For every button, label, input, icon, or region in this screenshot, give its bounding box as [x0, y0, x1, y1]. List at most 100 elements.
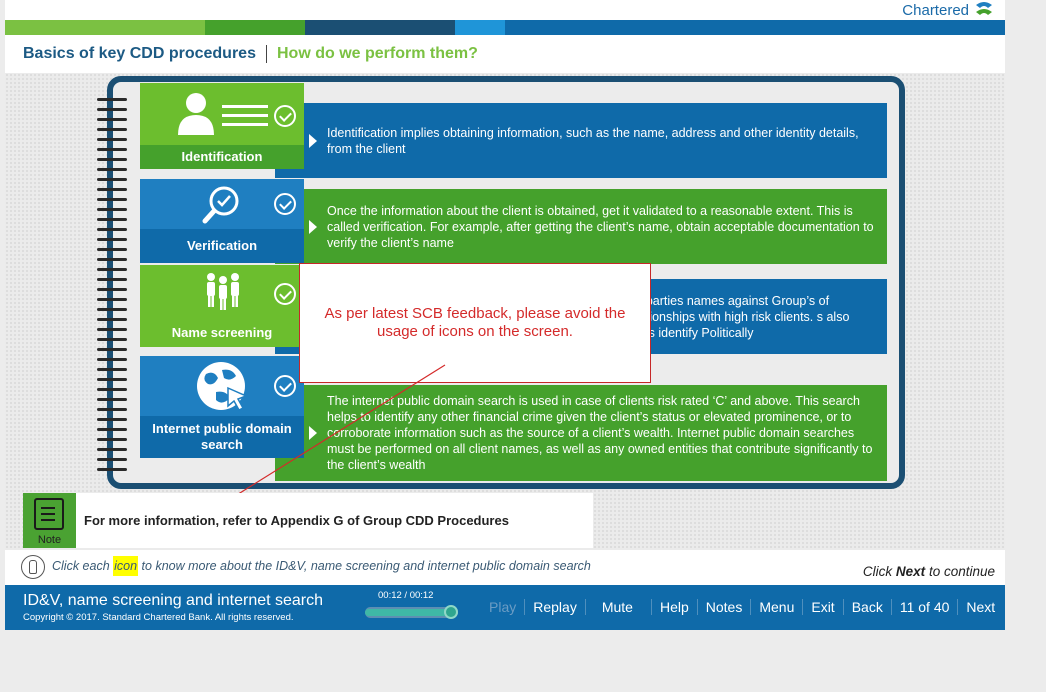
band-green-dark: [205, 20, 305, 35]
spiral-ring: [97, 118, 127, 121]
spiral-ring: [97, 388, 127, 391]
continue-prefix: Click: [862, 564, 896, 579]
instruction-highlight: icon: [113, 556, 139, 576]
internet-search-card[interactable]: Internet public domain search: [140, 356, 304, 460]
menu-button[interactable]: Menu: [750, 599, 802, 615]
check-icon: [274, 283, 296, 305]
person-card-icon: [178, 93, 268, 135]
spiral-ring: [97, 338, 127, 341]
spiral-ring: [97, 398, 127, 401]
verification-panel: Once the information about the client is…: [275, 189, 887, 264]
copyright: Copyright © 2017. Standard Chartered Ban…: [23, 612, 294, 623]
spiral-ring: [97, 188, 127, 191]
verification-panel-text: Once the information about the client is…: [327, 203, 874, 250]
hand-click-icon: [21, 555, 45, 579]
spiral-ring: [97, 298, 127, 301]
spiral-ring: [97, 178, 127, 181]
identification-panel: Identification implies obtaining informa…: [275, 103, 887, 178]
spiral-ring: [97, 238, 127, 241]
spiral-ring: [97, 348, 127, 351]
note-text: For more information, refer to Appendix …: [84, 513, 509, 528]
spiral-ring: [97, 278, 127, 281]
instruction-after: to know more about the ID&V, name screen…: [138, 559, 591, 573]
content-area: Identification implies obtaining informa…: [5, 73, 1005, 550]
check-icon: [274, 193, 296, 215]
spiral-ring: [97, 128, 127, 131]
instruction-row: Click each icon to know more about the I…: [5, 550, 1005, 585]
brand: Chartered: [902, 0, 995, 20]
spiral-ring: [97, 158, 127, 161]
spiral-ring: [97, 208, 127, 211]
spiral-ring: [97, 228, 127, 231]
internet-search-icon-area: [140, 356, 304, 416]
spiral-ring: [97, 108, 127, 111]
identification-icon-area: [140, 83, 304, 145]
notebook-spiral: [97, 98, 129, 478]
name-screening-card[interactable]: Name screening: [140, 265, 304, 347]
internet-search-label: Internet public domain search: [152, 421, 292, 452]
notes-button[interactable]: Notes: [696, 599, 751, 615]
next-button[interactable]: Next: [957, 599, 1003, 615]
progress-knob[interactable]: [444, 605, 458, 619]
back-button[interactable]: Back: [842, 599, 891, 615]
people-group-icon: [207, 273, 239, 310]
course-slide: Chartered Basics of key CDD procedures H…: [5, 0, 1005, 630]
spiral-ring: [97, 368, 127, 371]
continue-hint: Click Next to continue: [863, 564, 995, 579]
player-nav: Play Replay Mute Help Notes Menu Exit Ba…: [481, 599, 1003, 615]
spiral-ring: [97, 218, 127, 221]
globe-cursor-icon: [197, 362, 248, 411]
name-screening-label-strip: Name screening: [140, 321, 304, 345]
internet-search-panel-text: The internet public domain search is use…: [327, 394, 873, 472]
spiral-ring: [97, 288, 127, 291]
identification-card[interactable]: Identification: [140, 83, 304, 169]
magnifier-check-icon: [202, 186, 239, 224]
check-icon: [274, 375, 296, 397]
spiral-ring: [97, 198, 127, 201]
instruction-before: Click each: [52, 559, 114, 573]
verification-icon-area: [140, 179, 304, 229]
note-icon: Note: [23, 493, 76, 548]
mute-button[interactable]: Mute: [584, 599, 651, 615]
spiral-ring: [97, 268, 127, 271]
replay-button[interactable]: Replay: [524, 599, 585, 615]
note-sheet-icon: [34, 498, 64, 530]
spiral-ring: [97, 138, 127, 141]
brand-name: Chartered: [902, 1, 969, 19]
page-subtitle: How do we perform them?: [276, 45, 478, 62]
band-green-light: [5, 20, 205, 35]
spiral-ring: [97, 438, 127, 441]
name-screening-label: Name screening: [171, 325, 273, 340]
page-counter: 11 of 40: [890, 599, 958, 615]
spiral-ring: [97, 458, 127, 461]
title-divider: [265, 45, 267, 63]
standard-chartered-logo-icon: [976, 2, 992, 15]
note-box: Note For more information, refer to Appe…: [23, 493, 593, 548]
name-screening-icon-area: Name screening: [140, 265, 304, 347]
spiral-ring: [97, 328, 127, 331]
spiral-ring: [97, 148, 127, 151]
internet-search-panel: The internet public domain search is use…: [275, 385, 887, 481]
band-cyan: [455, 20, 505, 35]
player-footer: ID&V, name screening and internet search…: [5, 585, 1005, 630]
verification-card[interactable]: Verification: [140, 179, 304, 263]
spiral-ring: [97, 318, 127, 321]
page-title-bar: Basics of key CDD procedures How do we p…: [5, 35, 1005, 73]
instruction-text: Click each icon to know more about the I…: [52, 556, 591, 576]
progress-scrubber[interactable]: [365, 605, 458, 619]
time-readout: 00:12 / 00:12: [378, 590, 434, 601]
spiral-ring: [97, 98, 127, 101]
spiral-ring: [97, 378, 127, 381]
exit-button[interactable]: Exit: [802, 599, 842, 615]
help-button[interactable]: Help: [650, 599, 697, 615]
play-button[interactable]: Play: [481, 599, 524, 615]
spiral-ring: [97, 418, 127, 421]
spiral-ring: [97, 448, 127, 451]
band-blue: [505, 20, 1005, 35]
spiral-ring: [97, 248, 127, 251]
check-icon: [274, 105, 296, 127]
spiral-ring: [97, 308, 127, 311]
identification-label-strip: Identification: [140, 145, 304, 169]
continue-next-word: Next: [895, 564, 926, 579]
module-title: ID&V, name screening and internet search: [23, 592, 324, 609]
